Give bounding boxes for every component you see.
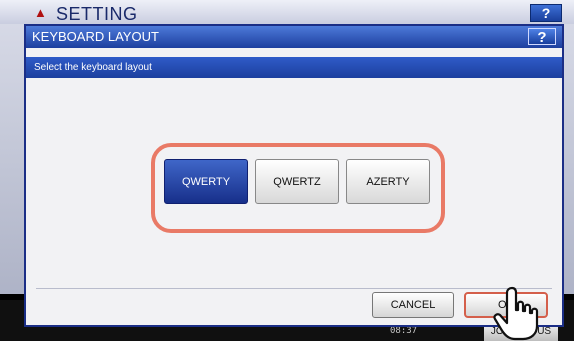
pointing-hand-icon (493, 286, 539, 341)
background-help-button[interactable]: ? (530, 4, 562, 22)
background-left-panel (0, 24, 24, 294)
cancel-button[interactable]: CANCEL (372, 292, 454, 318)
dialog-header: KEYBOARD LAYOUT ? (26, 26, 562, 48)
divider (36, 288, 552, 289)
instruction-text: Select the keyboard layout (34, 62, 152, 73)
printer-logo-icon: ▲ (34, 5, 47, 20)
background-title: SETTING (56, 4, 138, 24)
clock: 08:37 (390, 326, 418, 336)
layout-azerty-button[interactable]: AZERTY (346, 159, 430, 204)
keyboard-layout-dialog: KEYBOARD LAYOUT ? Select the keyboard la… (24, 24, 564, 327)
instruction-bar: Select the keyboard layout (26, 57, 562, 78)
dialog-title: KEYBOARD LAYOUT (32, 29, 159, 44)
layout-qwertz-button[interactable]: QWERTZ (255, 159, 339, 204)
help-button[interactable]: ? (528, 28, 556, 46)
layout-qwerty-button[interactable]: QWERTY (164, 159, 248, 204)
